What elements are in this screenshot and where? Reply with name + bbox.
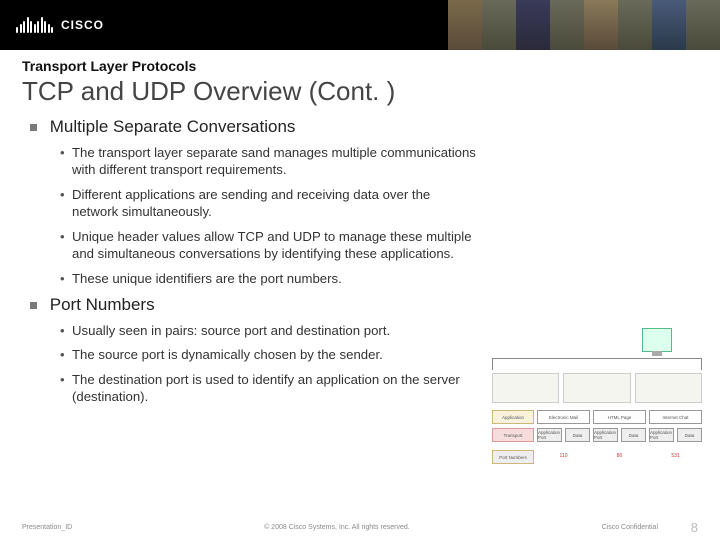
slide-headline: TCP and UDP Overview (Cont. ) [22, 76, 698, 107]
data-box: Application Port [537, 428, 562, 442]
banner-photo-strip [448, 0, 720, 50]
list-item: The source port is dynamically chosen by… [60, 346, 480, 363]
list-item: The transport layer separate sand manage… [60, 144, 480, 179]
diagram-app-layer: Application Electronic Mail HTML Page In… [492, 410, 702, 424]
top-banner: CISCO [0, 0, 720, 50]
diagram-port-row: Port Numbers 110 80 531 [492, 450, 702, 464]
list-item: Different applications are sending and r… [60, 186, 480, 221]
list-item: Usually seen in pairs: source port and d… [60, 322, 480, 339]
data-box: Data [677, 428, 702, 442]
data-box: Application Port [649, 428, 674, 442]
port-numbers-diagram: Application Electronic Mail HTML Page In… [492, 328, 702, 488]
section-2-list: Usually seen in pairs: source port and d… [60, 322, 480, 406]
section-title-1: Multiple Separate Conversations [30, 117, 698, 137]
app-preview [492, 373, 559, 403]
proto-box: Electronic Mail [537, 410, 590, 424]
square-bullet-icon [30, 302, 37, 309]
slide-footer: Presentation_ID © 2008 Cisco Systems, In… [0, 514, 720, 540]
logo-text: CISCO [61, 18, 104, 32]
cisco-bars-icon [16, 17, 53, 33]
data-box: Data [565, 428, 590, 442]
slide-eyebrow: Transport Layer Protocols [22, 58, 698, 74]
port-number: 110 [537, 450, 590, 462]
list-item: These unique identifiers are the port nu… [60, 270, 480, 287]
page-number: 8 [691, 520, 698, 535]
diagram-app-row [492, 373, 702, 403]
layer-label: Port Numbers [492, 450, 534, 464]
computer-icon [642, 328, 672, 352]
layer-label: Transport [492, 428, 534, 442]
footer-confidential: Cisco Confidential [602, 524, 658, 531]
list-item: Unique header values allow TCP and UDP t… [60, 228, 480, 263]
bracket-icon [492, 358, 702, 370]
app-preview [563, 373, 630, 403]
proto-box: Internet Chat [649, 410, 702, 424]
proto-box: HTML Page [593, 410, 646, 424]
app-preview [635, 373, 702, 403]
section-title-2: Port Numbers [30, 295, 698, 315]
section-1-list: The transport layer separate sand manage… [60, 144, 480, 287]
list-item: The destination port is used to identify… [60, 371, 480, 406]
section-title-2-text: Port Numbers [50, 295, 155, 314]
logo: CISCO [0, 17, 104, 33]
port-number: 80 [593, 450, 646, 462]
port-number: 531 [649, 450, 702, 462]
footer-copyright: © 2008 Cisco Systems, Inc. All rights re… [72, 524, 601, 531]
diagram-transport-layer: Transport Application Port Data Applicat… [492, 428, 702, 442]
data-box: Data [621, 428, 646, 442]
footer-left: Presentation_ID [22, 524, 72, 531]
square-bullet-icon [30, 124, 37, 131]
data-box: Application Port [593, 428, 618, 442]
section-title-1-text: Multiple Separate Conversations [50, 117, 296, 136]
layer-label: Application [492, 410, 534, 424]
